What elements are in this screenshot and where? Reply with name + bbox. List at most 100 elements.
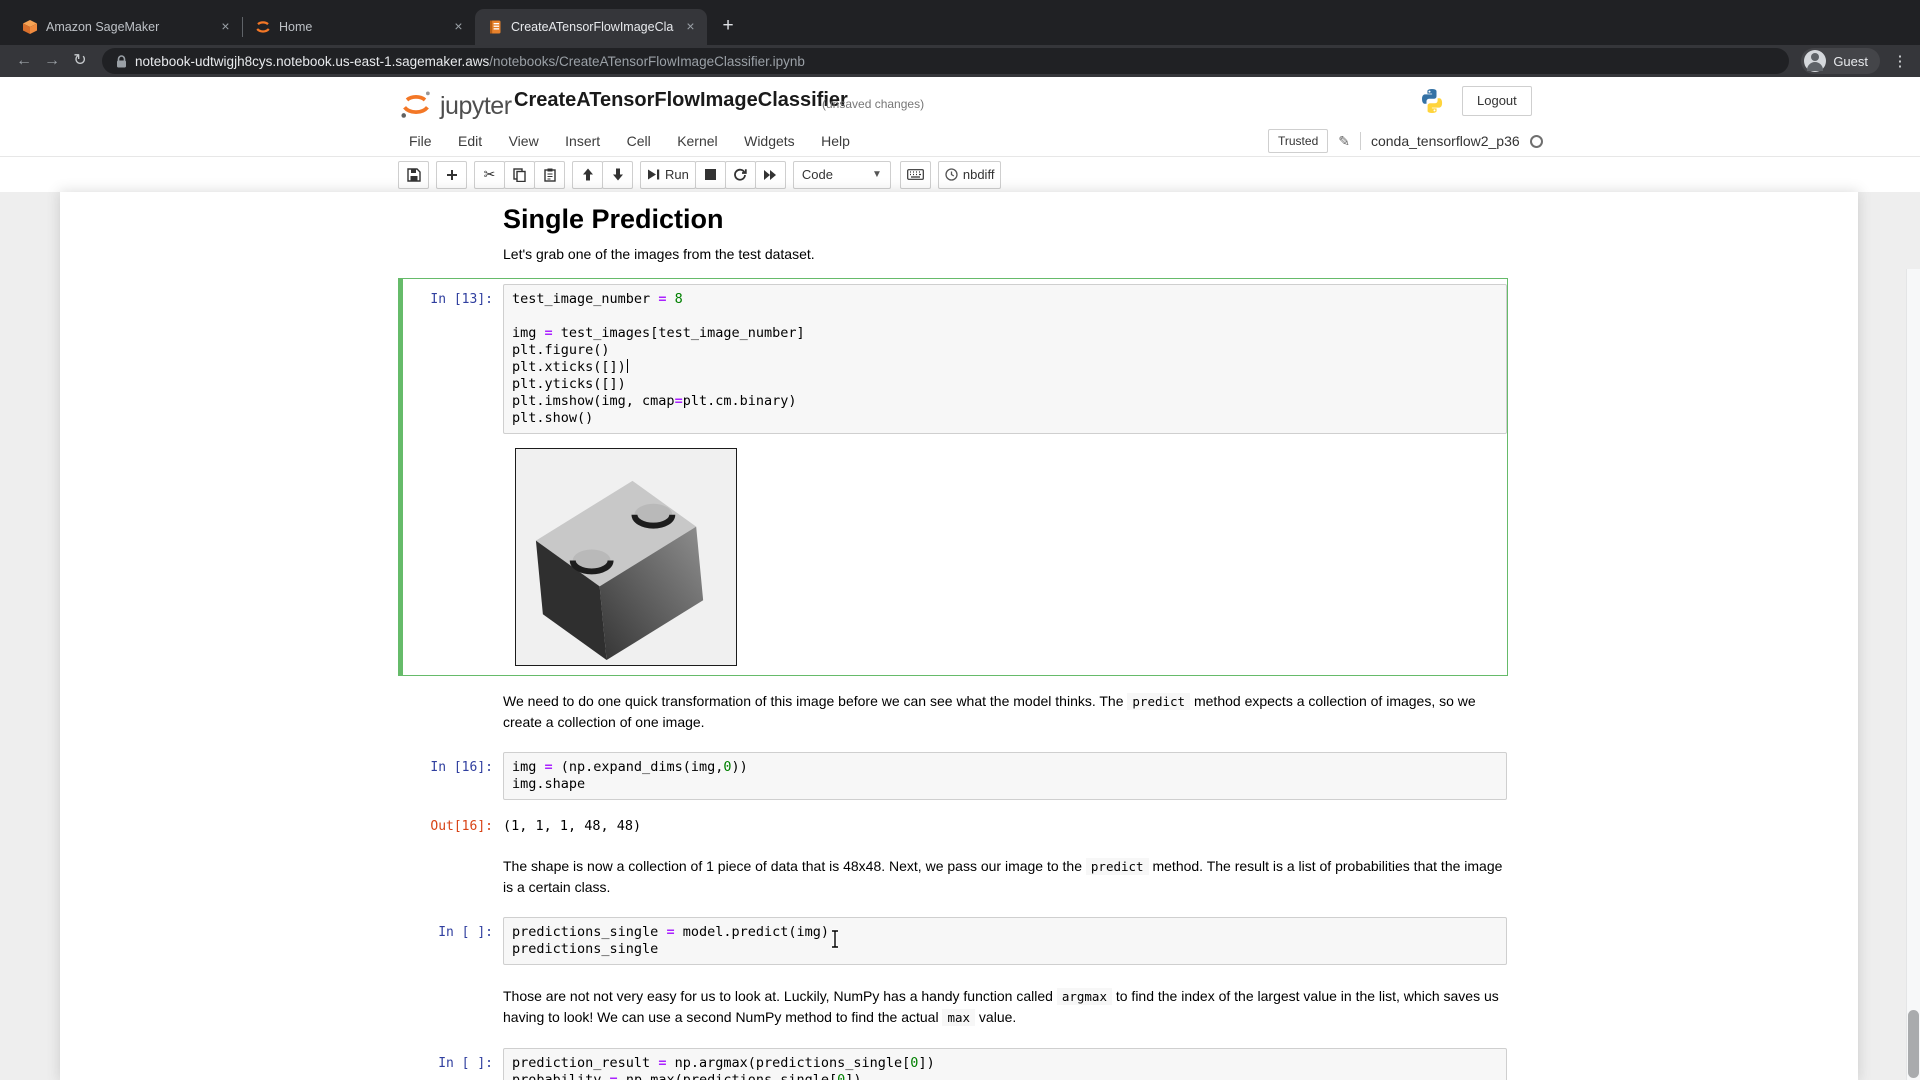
code-cell-argmax-result[interactable]: In [ ]: prediction_result = np.argmax(pr…	[398, 1042, 1508, 1080]
notebook-site: Single Prediction Let's grab one of the …	[0, 192, 1920, 1080]
jupyter-header: jupyter CreateATensorFlowImageClassifier…	[0, 77, 1920, 126]
tab-label: Amazon SageMaker	[46, 20, 209, 34]
shape-output: (1, 1, 1, 48, 48)	[503, 811, 1507, 835]
text-cursor-pointer	[829, 929, 841, 949]
page-scrollbar[interactable]	[1906, 269, 1920, 1080]
cell-type-value: Code	[802, 167, 833, 182]
code-cell-13[interactable]: In [13]: test_image_number = 8 img = tes…	[398, 278, 1508, 676]
code-cell-16[interactable]: In [16]: img = (np.expand_dims(img,0))im…	[398, 746, 1508, 841]
profile-label: Guest	[1833, 54, 1868, 69]
jupyter-planet-icon	[396, 86, 436, 122]
tab-label: Home	[279, 20, 442, 34]
tab-close-icon[interactable]: ×	[450, 19, 467, 36]
reload-icon[interactable]: ↻	[66, 47, 94, 75]
intro-paragraph: Let's grab one of the images from the te…	[503, 237, 1507, 270]
paste-icon	[544, 168, 556, 182]
output-prompt: Out[16]:	[403, 811, 503, 835]
jupyter-logo-word: jupyter	[440, 94, 512, 122]
python-logo-icon	[1418, 87, 1446, 115]
refresh-icon	[733, 168, 747, 182]
profile-chip[interactable]: Guest	[1801, 48, 1880, 74]
move-cell-down-button[interactable]	[602, 161, 633, 189]
lego-brick-figure	[516, 449, 735, 664]
markdown-cell-heading[interactable]: Single Prediction Let's grab one of the …	[398, 194, 1508, 276]
markdown-cell-argmax[interactable]: Those are not not very easy for us to lo…	[398, 973, 1508, 1040]
arrow-down-icon	[612, 168, 624, 181]
code-cell-predict[interactable]: In [ ]: predictions_single = model.predi…	[398, 911, 1508, 971]
code-editor[interactable]: test_image_number = 8 img = test_images[…	[503, 284, 1507, 434]
argmax-paragraph: Those are not not very easy for us to lo…	[503, 979, 1507, 1034]
markdown-cell-transform[interactable]: We need to do one quick transformation o…	[398, 678, 1508, 744]
scrollbar-thumb[interactable]	[1908, 1010, 1919, 1078]
tab-home[interactable]: Home ×	[243, 9, 475, 45]
code-editor[interactable]: img = (np.expand_dims(img,0))img.shape	[503, 752, 1507, 800]
code-editor[interactable]: prediction_result = np.argmax(prediction…	[503, 1048, 1507, 1080]
restart-run-all-button[interactable]	[755, 161, 786, 189]
command-palette-button[interactable]	[900, 161, 931, 189]
kernel-name: conda_tensorflow2_p36	[1371, 133, 1520, 149]
menu-help[interactable]: Help	[810, 126, 861, 156]
kernel-divider	[1360, 132, 1361, 150]
omnibox[interactable]: notebook-udtwigjh8cys.notebook.us-east-1…	[102, 48, 1789, 74]
menu-file[interactable]: File	[398, 126, 443, 156]
transform-paragraph: We need to do one quick transformation o…	[503, 684, 1507, 738]
edit-mode-pencil-icon: ✎	[1338, 133, 1350, 150]
input-prompt: In [ ]:	[403, 917, 503, 965]
browser-toolbar: ← → ↻ notebook-udtwigjh8cys.notebook.us-…	[0, 45, 1920, 77]
jupyter-logo[interactable]: jupyter	[396, 86, 512, 122]
notebook-book-icon	[487, 19, 503, 35]
menu-cell[interactable]: Cell	[616, 126, 662, 156]
checkpoint-status: (unsaved changes)	[822, 97, 924, 111]
menu-kernel[interactable]: Kernel	[666, 126, 728, 156]
menu-view[interactable]: View	[498, 126, 550, 156]
shape-paragraph: The shape is now a collection of 1 piece…	[503, 849, 1507, 903]
copy-icon	[513, 168, 526, 182]
menu-insert[interactable]: Insert	[554, 126, 611, 156]
chevron-down-icon: ▼	[872, 169, 882, 180]
nbdiff-button[interactable]: nbdiff	[938, 161, 1002, 189]
prompt-empty	[403, 200, 503, 270]
paste-cell-button[interactable]	[534, 161, 565, 189]
save-button[interactable]	[398, 161, 429, 189]
kernel-idle-icon	[1530, 135, 1543, 148]
section-heading: Single Prediction	[503, 200, 1507, 237]
tab-amazon-sagemaker[interactable]: Amazon SageMaker ×	[10, 9, 242, 45]
move-cell-up-button[interactable]	[572, 161, 603, 189]
notebook-title[interactable]: CreateATensorFlowImageClassifier	[514, 89, 848, 112]
avatar-icon	[1804, 50, 1826, 72]
prompt-empty	[403, 849, 503, 903]
add-cell-button[interactable]	[436, 161, 467, 189]
tab-label: CreateATensorFlowImageClass	[511, 20, 674, 34]
interrupt-kernel-button[interactable]	[695, 161, 726, 189]
jupyter-toolbar: ✂ Run Code ▼ nbdiff	[0, 157, 1920, 192]
prompt-empty	[403, 979, 503, 1034]
url-host: notebook-udtwigjh8cys.notebook.us-east-1…	[135, 54, 489, 69]
notebook-container: Single Prediction Let's grab one of the …	[60, 192, 1858, 1080]
cell-type-select[interactable]: Code ▼	[793, 161, 891, 189]
restart-kernel-button[interactable]	[725, 161, 756, 189]
lego-brick-output-image	[515, 448, 737, 666]
copy-cell-button[interactable]	[504, 161, 535, 189]
code-editor[interactable]: predictions_single = model.predict(img)p…	[503, 917, 1507, 965]
trusted-button[interactable]: Trusted	[1268, 129, 1328, 153]
browser-tab-strip: Amazon SageMaker × Home × CreateATensorF…	[0, 0, 1920, 45]
tab-close-icon[interactable]: ×	[682, 19, 699, 36]
scissors-icon: ✂	[484, 166, 496, 183]
tab-notebook-active[interactable]: CreateATensorFlowImageClass ×	[475, 9, 707, 45]
keyboard-icon	[907, 169, 924, 180]
new-tab-button[interactable]: +	[715, 14, 741, 40]
browser-menu-icon[interactable]: ⋮	[1890, 52, 1910, 70]
menu-edit[interactable]: Edit	[447, 126, 493, 156]
url-text: notebook-udtwigjh8cys.notebook.us-east-1…	[135, 54, 805, 69]
cut-cell-button[interactable]: ✂	[474, 161, 505, 189]
tab-close-icon[interactable]: ×	[217, 19, 234, 36]
input-prompt: In [16]:	[403, 752, 503, 800]
logout-button[interactable]: Logout	[1462, 86, 1532, 116]
prompt-empty	[403, 684, 503, 738]
lock-icon	[116, 55, 127, 68]
forward-icon[interactable]: →	[38, 47, 66, 75]
back-icon[interactable]: ←	[10, 47, 38, 75]
menu-widgets[interactable]: Widgets	[733, 126, 806, 156]
markdown-cell-shape[interactable]: The shape is now a collection of 1 piece…	[398, 843, 1508, 909]
run-cell-button[interactable]: Run	[640, 161, 696, 189]
